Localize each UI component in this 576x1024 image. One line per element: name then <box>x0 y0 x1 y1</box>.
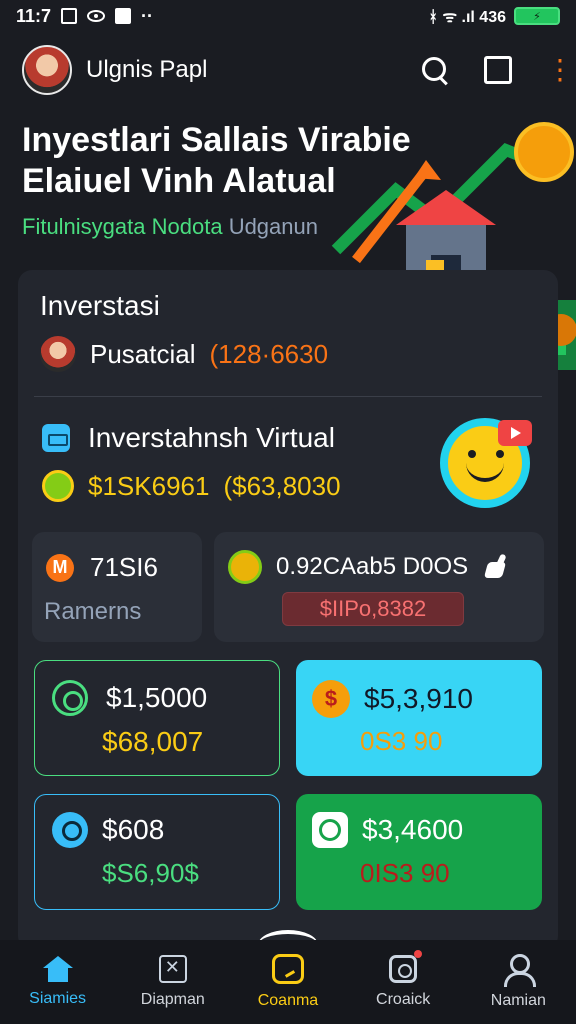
stat-left-top: M 71SI6 <box>46 552 158 583</box>
nav-item-5[interactable]: Namian <box>463 954 573 1010</box>
notification-icon <box>61 8 78 24</box>
blue-coin-icon <box>52 812 88 848</box>
nav-label-1: Siamies <box>29 990 87 1007</box>
card3-line2: $S6,90$ <box>102 858 199 888</box>
stat-right-value: 0.92CAab5 D0OS <box>276 553 469 580</box>
play-icon[interactable] <box>498 420 532 446</box>
app-green-icon <box>312 812 348 848</box>
hero-subtitle-gray: Udganun <box>228 214 318 239</box>
dollar-coin-icon: $ <box>312 680 350 718</box>
nav-label-5: Namian <box>490 992 546 1009</box>
bottom-nav: Siamies Diapman Coanma Croaick Namian <box>0 940 576 1024</box>
user-icon <box>504 954 537 987</box>
camera-icon <box>389 950 423 983</box>
card2-line1: $5,3,910 <box>364 683 473 714</box>
card1-top: $1,5000 <box>52 680 207 716</box>
card3-top: $608 <box>52 812 164 848</box>
app-notification-icon <box>115 8 132 24</box>
card1-line2: $68,007 <box>102 726 204 757</box>
more-options-icon[interactable]: ⋮ <box>546 56 574 84</box>
stat-right-top: 0.92CAab5 D0OS <box>228 550 512 584</box>
investment-row-2[interactable]: Inverstahnsh Virtual <box>42 422 335 454</box>
search-icon[interactable] <box>420 55 450 85</box>
home-icon <box>42 956 73 982</box>
box-icon <box>158 955 187 983</box>
row1-value: (128·6630 <box>209 338 329 369</box>
nav-item-home[interactable]: Siamies <box>3 956 113 1008</box>
app-header: Ulgnis Papl ⋮ <box>0 40 576 100</box>
card2-line2: 0S3 90 <box>360 726 443 756</box>
target-icon <box>52 680 88 716</box>
hero-title-line1: Inyestlari Sallais Virabie <box>22 121 411 159</box>
row2-value-b: ($63,8030 <box>223 470 341 501</box>
row2-value-a: $1SK6961 <box>88 470 210 501</box>
card2-top: $ $5,3,910 <box>312 680 473 718</box>
user-name: Ulgnis Papl <box>86 56 208 83</box>
app-icon <box>42 424 70 452</box>
row2-values: $1SK6961 ($63,8030 <box>42 470 341 502</box>
nav-label-4: Croaick <box>376 991 431 1008</box>
value-card-1[interactable] <box>34 660 280 776</box>
square-icon[interactable] <box>484 56 512 84</box>
card3-line1: $608 <box>102 814 165 845</box>
pill-value: $IIPo,8382 <box>319 596 427 621</box>
section-label: Inverstasi <box>40 290 160 321</box>
hand-icon <box>482 552 512 582</box>
card4-line2: 0IS3 90 <box>360 858 450 888</box>
row-avatar <box>40 336 76 372</box>
status-right-text: ᚼ ᯤ .ıl 436 <box>428 9 506 26</box>
row1-label: Pusatcial <box>90 338 196 369</box>
status-time: 11:7 <box>16 5 52 26</box>
wallet-icon <box>271 954 304 984</box>
row2-title: Inverstahnsh Virtual <box>88 422 335 453</box>
card4-line1: $3,4600 <box>362 814 464 845</box>
nav-label-2: Diapman <box>140 991 205 1008</box>
nav-item-2[interactable]: Diapman <box>118 955 228 1009</box>
status-bar: 11:7 ·· ᚼ ᯤ .ıl 436 ⚡ <box>0 0 576 32</box>
divider <box>34 396 542 397</box>
investment-row-1[interactable]: Pusatcial (128·6630 <box>40 336 328 372</box>
avatar[interactable] <box>22 45 72 95</box>
eye-icon <box>87 10 106 22</box>
coin-icon <box>228 550 262 584</box>
battery-icon: ⚡ <box>514 7 560 25</box>
stat-left-value: 71SI6 <box>90 552 158 582</box>
hero-subtitle-green: Fitulnisygata Nodota <box>22 214 223 239</box>
stat-left-label: Ramerns <box>44 598 142 625</box>
nav-item-4[interactable]: Croaick <box>348 950 458 1009</box>
hero-title: Inyestlari Sallais Virabie Elaiuel Vinh … <box>22 120 462 202</box>
m-logo-icon: M <box>46 553 74 582</box>
nav-label-3: Coanma <box>257 992 319 1009</box>
hero-subtitle: Fitulnisygata Nodota Udganun <box>22 214 318 240</box>
card1-line1: $1,5000 <box>106 682 208 713</box>
nav-item-3[interactable]: Coanma <box>233 954 343 1010</box>
more-notifications-icon: ·· <box>141 5 154 26</box>
value-card-2[interactable] <box>296 660 542 776</box>
coin-icon <box>42 470 74 502</box>
card4-top: $3,4600 <box>312 812 463 848</box>
hero-title-line2: Elaiuel Vinh Alatual <box>22 161 336 200</box>
